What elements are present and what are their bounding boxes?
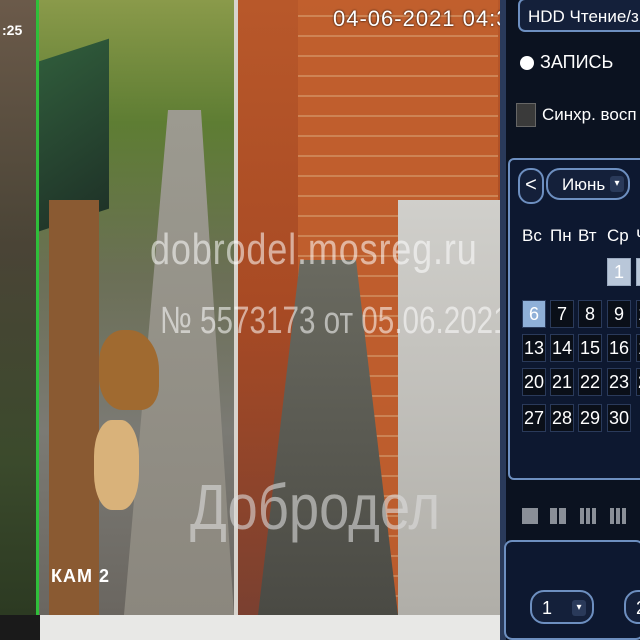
checkbox-icon (516, 103, 536, 127)
timestamp-fragment: :25 (2, 22, 23, 38)
watermark-site: dobrodel.mosreg.ru (150, 225, 478, 274)
calendar-day[interactable]: 10 (636, 300, 640, 328)
month-label: Июнь (562, 175, 606, 194)
dvr-control-panel: HDD Чтение/з ЗАПИСЬ Синхр. восп < Июнь ▾… (500, 0, 640, 640)
layout-9-icon[interactable] (580, 508, 596, 524)
calendar-day[interactable]: 7 (550, 300, 574, 328)
watermark-number: № 5573173 от 05.06.2021 (160, 300, 510, 342)
hdd-read-write-button[interactable]: HDD Чтение/з (518, 0, 640, 32)
layout-1-icon[interactable] (522, 508, 538, 524)
bottom-bar (0, 615, 500, 640)
chevron-down-icon: ▾ (610, 176, 624, 192)
calendar-day[interactable]: 14 (550, 334, 574, 362)
page-value: 1 (542, 598, 553, 618)
calendar: < Июнь ▾ Вс Пн Вт Ср Ч 1 23 678910 1314151617 20… (508, 158, 640, 480)
weekday-label: Ср (607, 226, 629, 245)
calendar-day[interactable]: 30 (607, 404, 631, 432)
wooden-wall (49, 200, 99, 615)
weekday-label: Вт (578, 226, 597, 245)
radio-dot-icon (520, 55, 534, 70)
record-label: ЗАПИСЬ (540, 52, 614, 72)
dog-brown (99, 330, 159, 410)
calendar-day[interactable]: 6 (522, 300, 546, 328)
calendar-day[interactable]: 23 (607, 368, 631, 396)
month-select[interactable]: Июнь ▾ (546, 168, 630, 200)
weekday-label: Вс (522, 226, 542, 245)
camera-timestamp: 04-06-2021 04:30:25 (333, 6, 500, 31)
watermark-brand: Добродел (190, 471, 441, 543)
calendar-day[interactable]: 22 (578, 368, 602, 396)
next-page-button[interactable]: 2 (624, 590, 640, 624)
weekday-label: Пн (550, 226, 572, 245)
weekday-label: Ч (636, 226, 640, 246)
calendar-day[interactable]: 20 (522, 368, 546, 396)
camera-feed-left[interactable]: :25 (0, 0, 36, 615)
calendar-day[interactable]: 8 (578, 300, 602, 328)
page-select[interactable]: 1 ▾ (530, 590, 594, 624)
camera-label: КАМ 2 (51, 566, 110, 586)
calendar-day[interactable]: 28 (550, 404, 574, 432)
chevron-down-icon: ▾ (572, 600, 586, 616)
dog-light (94, 420, 139, 510)
sync-label: Синхр. восп (542, 105, 637, 124)
calendar-day[interactable]: 21 (550, 368, 574, 396)
calendar-day[interactable]: 16 (607, 334, 631, 362)
calendar-day[interactable]: 13 (522, 334, 546, 362)
layout-4-icon[interactable] (550, 508, 566, 524)
calendar-day[interactable]: 24 (636, 368, 640, 396)
sync-playback-option[interactable]: Синхр. восп (516, 103, 637, 127)
layout-16-icon[interactable] (610, 508, 626, 524)
calendar-day[interactable]: 29 (578, 404, 602, 432)
record-option[interactable]: ЗАПИСЬ (520, 52, 613, 73)
page-selector-panel: 1 ▾ 2 (504, 540, 640, 640)
calendar-day[interactable]: 2 (636, 258, 640, 286)
calendar-day[interactable]: 15 (578, 334, 602, 362)
prev-month-button[interactable]: < (518, 168, 544, 204)
calendar-day[interactable]: 9 (607, 300, 631, 328)
calendar-day[interactable]: 27 (522, 404, 546, 432)
calendar-day[interactable]: 17 (636, 334, 640, 362)
calendar-day[interactable]: 1 (607, 258, 631, 286)
